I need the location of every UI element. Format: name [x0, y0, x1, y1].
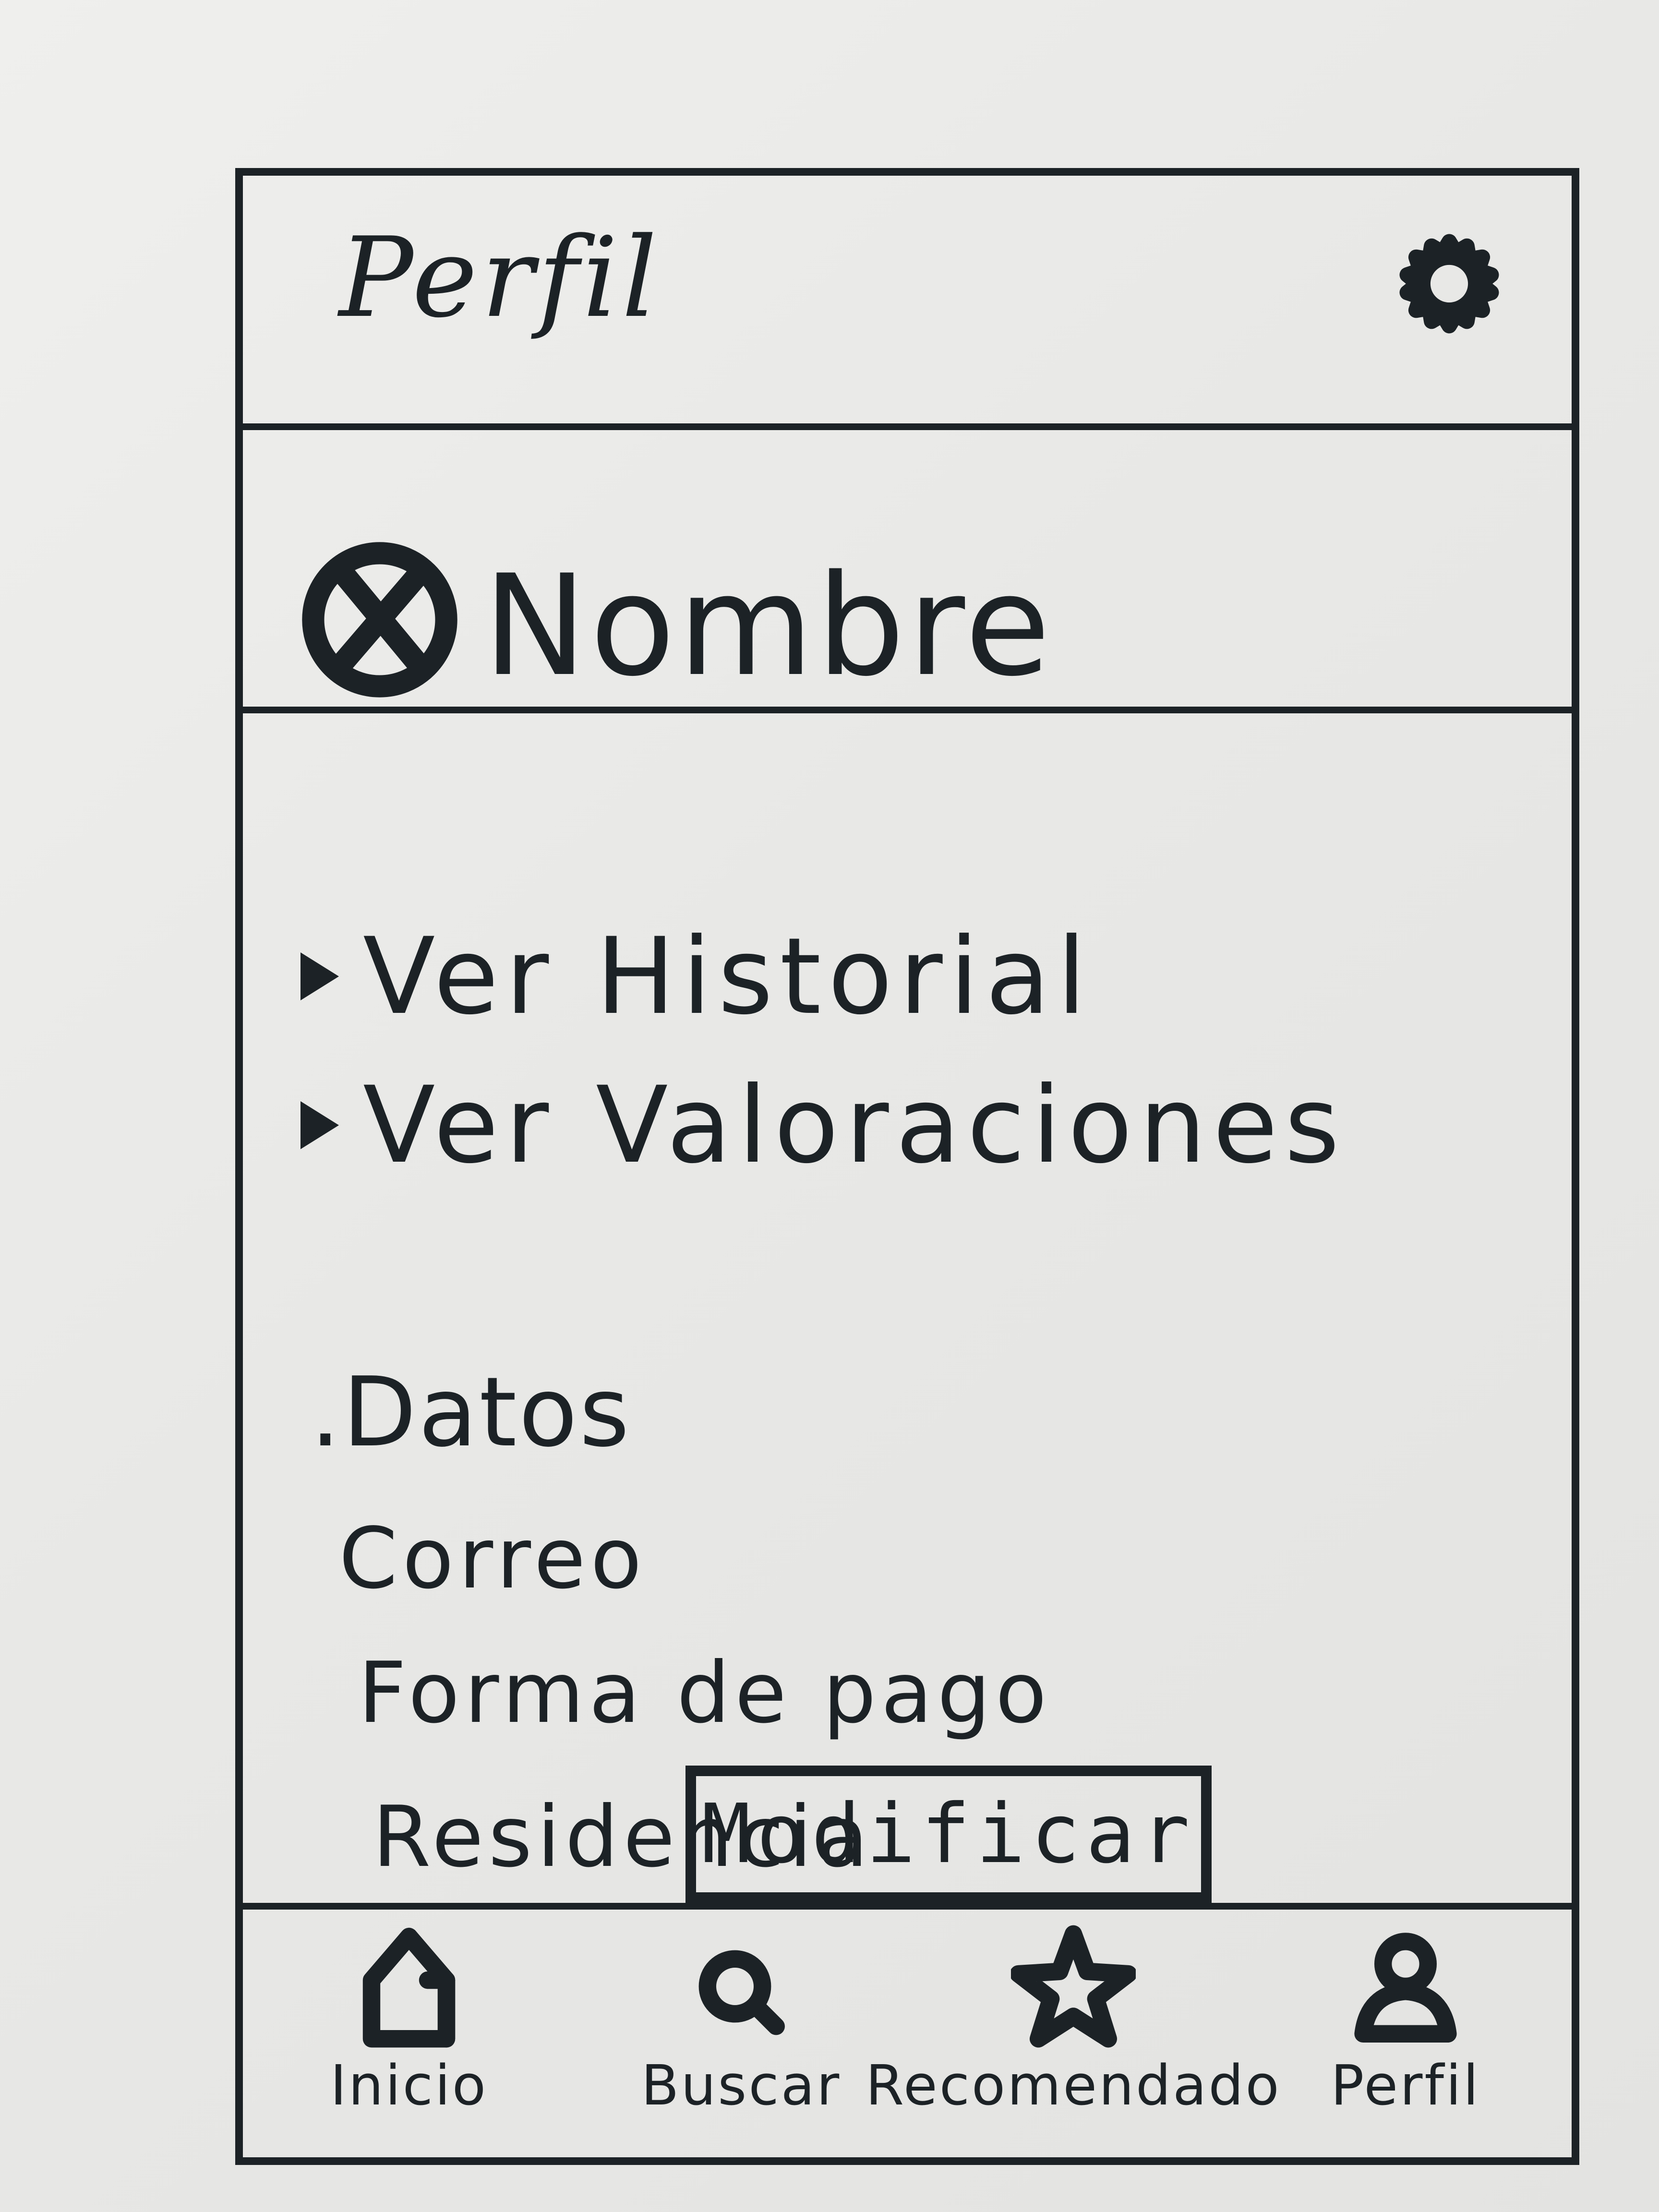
nav-label: Perfil [1331, 2054, 1480, 2118]
app-header: Perfil [243, 176, 1572, 430]
user-info-bar: Nombre [243, 430, 1572, 713]
field-forma-de-pago: Forma de pago [358, 1645, 1052, 1742]
search-icon [698, 1950, 785, 2035]
nav-item-buscar[interactable]: Buscar [575, 1910, 907, 2157]
phone-frame: Perfil Nombre Ver Historial Ver Valoraci… [235, 168, 1579, 2165]
user-icon [1354, 1933, 1457, 2043]
nav-label: Inicio [330, 2054, 488, 2118]
link-ver-historial[interactable]: Ver Historial [301, 915, 1093, 1038]
nav-label: Recomendado [866, 2054, 1281, 2118]
nav-item-recomendado[interactable]: Recomendado [866, 1910, 1279, 2157]
nav-item-perfil[interactable]: Perfil [1239, 1910, 1572, 2157]
link-label: Ver Historial [363, 915, 1093, 1038]
star-icon [1011, 1925, 1136, 2048]
modify-button[interactable]: Modificar [685, 1766, 1212, 1903]
triangle-bullet-icon [301, 952, 339, 1000]
link-label: Ver Valoraciones [363, 1064, 1346, 1187]
triangle-bullet-icon [301, 1101, 339, 1149]
avatar-placeholder-icon [302, 542, 457, 697]
page-title: Perfil [339, 214, 661, 342]
nav-label: Buscar [641, 2054, 842, 2118]
gear-icon[interactable] [1394, 228, 1504, 339]
link-ver-valoraciones[interactable]: Ver Valoraciones [301, 1064, 1346, 1187]
home-icon [362, 1927, 456, 2048]
user-name: Nombre [483, 545, 1054, 707]
field-correo: Correo [339, 1510, 647, 1608]
datos-section-title: .Datos [310, 1357, 632, 1468]
bottom-nav: Inicio Buscar Recomendado Perfil [243, 1903, 1572, 2157]
nav-item-inicio[interactable]: Inicio [243, 1910, 575, 2157]
